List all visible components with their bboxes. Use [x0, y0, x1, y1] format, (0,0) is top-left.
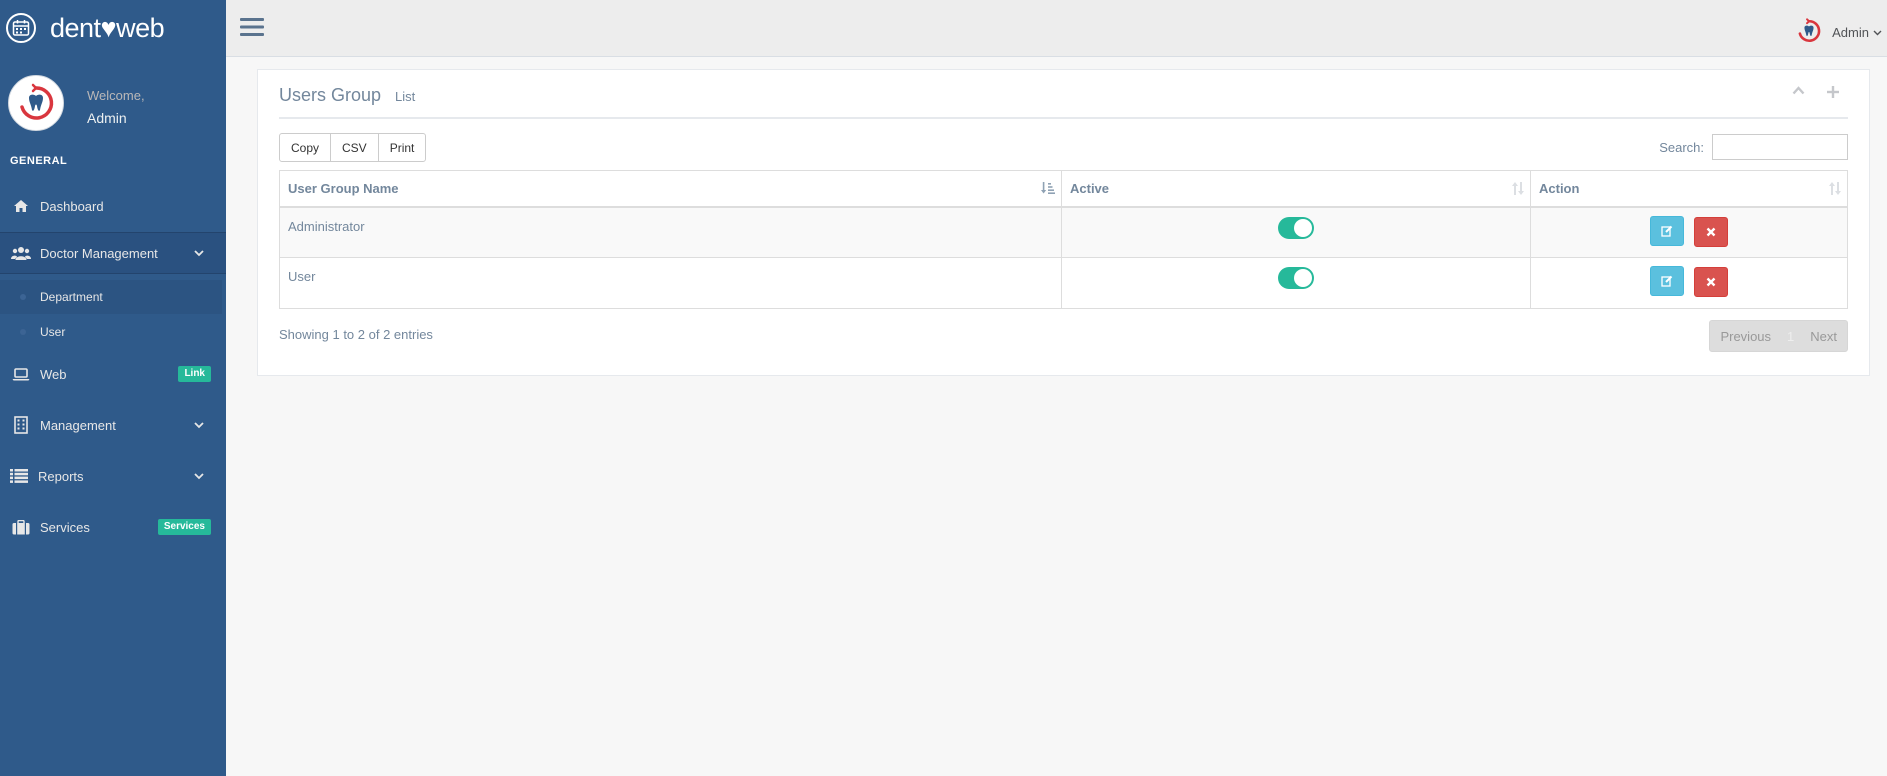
next-button[interactable]: Next [1800, 321, 1847, 351]
page-subtitle: List [395, 89, 416, 104]
table-row: User [279, 257, 1848, 309]
sort-icon [1829, 182, 1841, 195]
active-toggle[interactable] [1278, 216, 1314, 239]
export-buttons: Copy CSV Print [279, 133, 427, 162]
toggle-knob [1294, 269, 1312, 287]
column-header-label: User Group Name [288, 180, 399, 196]
delete-button[interactable] [1693, 267, 1728, 297]
avatar [8, 75, 64, 131]
chevron-down-icon [194, 472, 204, 480]
sidebar-item-label: Department [40, 290, 103, 304]
panel-title: Users Group List [279, 85, 415, 106]
close-icon [1706, 277, 1716, 287]
page-title: Users Group [279, 85, 382, 105]
sidebar-item-label: Reports [38, 468, 84, 484]
user-avatar-icon [1796, 18, 1822, 47]
active-toggle[interactable] [1278, 267, 1314, 289]
page-number[interactable]: 1 [1781, 321, 1800, 351]
sidebar-item-user[interactable]: User [0, 315, 222, 349]
users-icon [10, 246, 32, 261]
chevron-down-icon [194, 249, 204, 257]
table-info: Showing 1 to 2 of 2 entries [279, 327, 433, 342]
csv-button[interactable]: CSV [330, 133, 379, 162]
sidebar-item-management[interactable]: Management [0, 405, 226, 445]
calendar-icon [6, 13, 36, 43]
brand-logo[interactable]: dent♥web [6, 10, 165, 46]
sidebar-item-doctor-management[interactable]: Doctor Management [0, 232, 226, 274]
sidebar-item-label: Dashboard [40, 198, 104, 214]
chevron-down-icon [194, 421, 204, 429]
column-header-active[interactable]: Active [1061, 170, 1531, 208]
users-group-table: User Group Name Active Action Administra… [279, 170, 1848, 309]
hamburger-menu-icon[interactable] [240, 17, 264, 40]
close-icon [1706, 227, 1716, 236]
sort-icon [1512, 182, 1524, 195]
active-cell [1061, 206, 1531, 258]
services-badge: Services [157, 519, 211, 535]
top-navbar: Admin [226, 0, 1887, 57]
sidebar-item-label: Services [40, 519, 90, 535]
action-cell [1530, 257, 1848, 309]
toggle-knob [1294, 218, 1312, 237]
action-cell [1530, 206, 1848, 258]
sidebar-item-services[interactable]: Services Services [0, 507, 226, 547]
table-row: Administrator [279, 206, 1848, 258]
sidebar-item-label: Management [40, 417, 116, 433]
home-icon [10, 199, 32, 213]
user-menu[interactable]: Admin [1796, 18, 1882, 47]
sidebar-item-label: User [40, 325, 66, 339]
search: Search: [1659, 134, 1848, 160]
section-title: GENERAL [10, 155, 68, 167]
edit-button[interactable] [1650, 215, 1685, 246]
sidebar-item-department[interactable]: Department [0, 280, 222, 314]
profile: Welcome, Admin [8, 75, 226, 135]
active-cell [1061, 257, 1531, 309]
link-badge: Link [178, 366, 211, 382]
users-group-panel: Users Group List Copy CSV Print Search: … [257, 69, 1870, 376]
edit-button[interactable] [1650, 266, 1685, 296]
list-icon [8, 469, 30, 483]
chevron-down-icon [1873, 30, 1882, 36]
briefcase-icon [10, 519, 32, 535]
column-header-name[interactable]: User Group Name [279, 170, 1062, 208]
panel-tools [1792, 86, 1839, 98]
print-button[interactable]: Print [377, 133, 427, 162]
sidebar-item-label: Web [40, 366, 67, 382]
laptop-icon [10, 367, 32, 381]
search-input[interactable] [1712, 134, 1848, 160]
edit-icon [1661, 225, 1673, 237]
collapse-icon[interactable] [1792, 86, 1805, 98]
column-header-label: Action [1539, 180, 1580, 196]
group-name-cell: User [279, 257, 1062, 309]
profile-name: Admin [87, 110, 127, 126]
previous-button[interactable]: Previous [1710, 321, 1781, 351]
brand-name: dent♥web [50, 12, 165, 43]
bullet-icon [20, 294, 26, 300]
edit-icon [1661, 275, 1673, 287]
sidebar-item-web[interactable]: Web Link [0, 354, 226, 394]
welcome-text: Welcome, [87, 88, 145, 103]
plus-icon[interactable] [1827, 86, 1839, 98]
copy-button[interactable]: Copy [279, 133, 332, 162]
column-header-action[interactable]: Action [1530, 170, 1848, 208]
user-name: Admin [1832, 25, 1869, 40]
sidebar-item-label: Doctor Management [40, 245, 158, 261]
sidebar: dent♥web Welcome, Admin GENERAL Dashboar… [0, 0, 226, 776]
pagination: Previous 1 Next [1709, 320, 1848, 352]
sidebar-item-reports[interactable]: Reports [0, 456, 226, 496]
bullet-icon [20, 329, 26, 335]
search-label: Search: [1659, 139, 1704, 155]
sort-asc-icon [1041, 182, 1055, 194]
delete-button[interactable] [1693, 216, 1728, 247]
divider [279, 117, 1848, 119]
group-name-cell: Administrator [279, 206, 1062, 258]
column-header-label: Active [1070, 180, 1110, 196]
sidebar-item-dashboard[interactable]: Dashboard [0, 186, 226, 226]
building-icon [10, 416, 32, 434]
